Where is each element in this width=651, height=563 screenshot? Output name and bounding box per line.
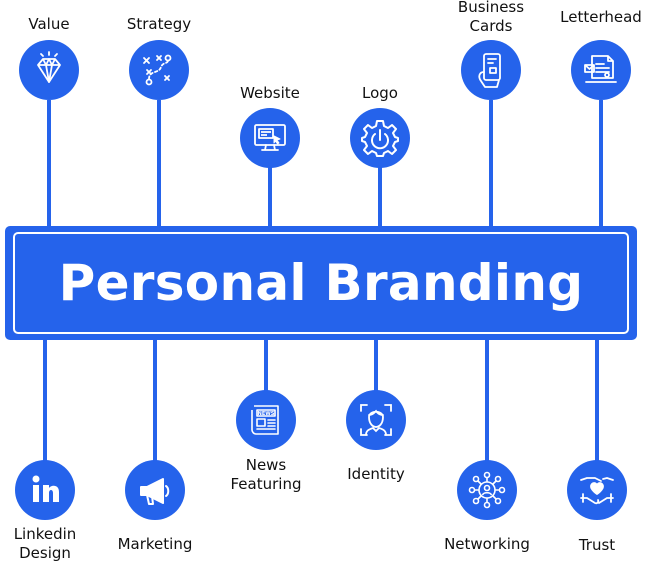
node-value (19, 40, 79, 100)
handshake-heart-icon (580, 477, 614, 505)
node-networking (457, 460, 517, 520)
node-website (240, 108, 300, 168)
megaphone-icon (140, 478, 170, 505)
node-news-featuring: NEWS (236, 390, 296, 450)
node-marketing (125, 460, 185, 520)
node-identity (346, 390, 406, 450)
personal-branding-diagram: Personal Branding Value Strategy Website (0, 0, 651, 562)
node-logo (350, 108, 410, 168)
label-strategy: Strategy (126, 15, 192, 33)
logo-gear-icon (361, 120, 399, 157)
diamond-icon (37, 51, 61, 83)
website-icon (254, 124, 286, 151)
diagram-title: Personal Branding (58, 254, 584, 312)
title-banner: Personal Branding (5, 226, 637, 340)
label-trust: Trust (578, 536, 616, 554)
title-banner-frame: Personal Branding (13, 232, 629, 334)
business-card-icon (478, 53, 501, 88)
node-letterhead (571, 40, 631, 100)
strategy-icon (143, 54, 172, 86)
node-linkedin (15, 460, 75, 520)
svg-text:NEWS: NEWS (258, 411, 275, 417)
linkedin-icon (32, 475, 59, 502)
letterhead-icon (584, 55, 617, 83)
node-business-cards (461, 40, 521, 100)
node-trust (567, 460, 627, 520)
node-strategy (129, 40, 189, 100)
newspaper-icon: NEWS (251, 405, 279, 435)
label-marketing: Marketing (117, 535, 193, 553)
label-identity: Identity (347, 465, 405, 483)
identity-icon (360, 404, 392, 436)
network-icon (468, 471, 506, 509)
label-letterhead: Letterhead (560, 8, 642, 26)
label-logo: Logo (362, 84, 398, 102)
